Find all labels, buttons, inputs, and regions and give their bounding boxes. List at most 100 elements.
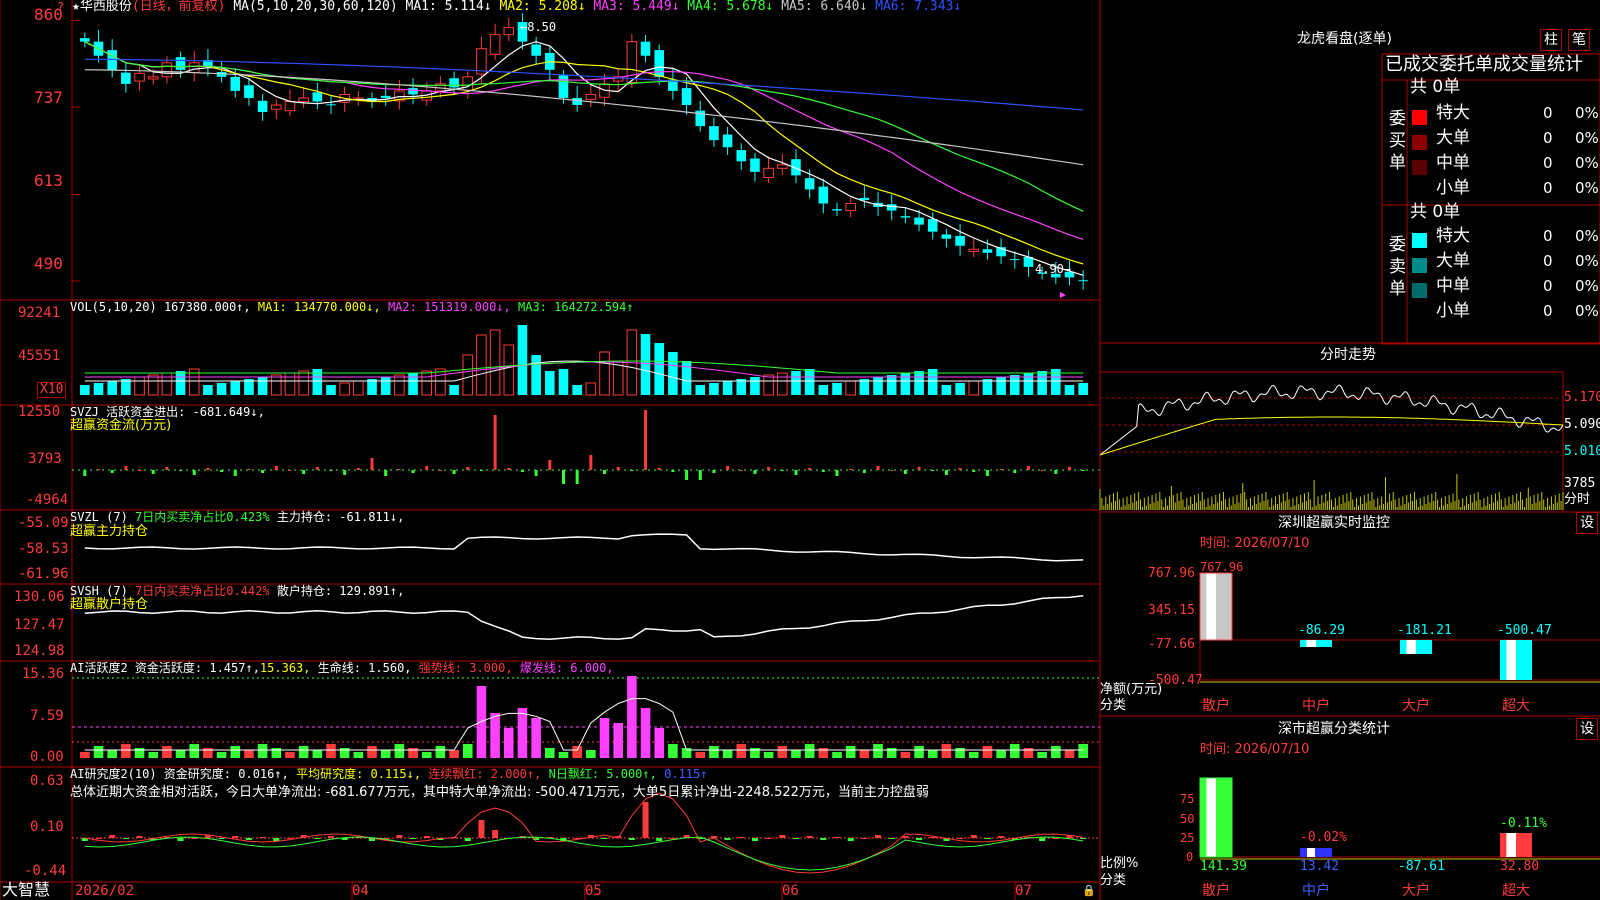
fund-flow-bar (247, 469, 251, 470)
candle-body (188, 62, 200, 74)
intraday-y-tick: 5.090 (1564, 417, 1600, 432)
volume-bar (476, 334, 487, 396)
svzl-header: SVZL (7) 7日内买卖净占比0.423% 主力持仓: -61.811↓, (70, 510, 405, 524)
research-bar (861, 838, 868, 839)
fund-flow-bar (821, 470, 825, 472)
activity-bar (162, 746, 172, 758)
volume-bar (408, 373, 418, 395)
research-bar (916, 838, 923, 840)
candle-body (121, 72, 131, 84)
activity-bar (93, 746, 104, 758)
volume-bar (230, 381, 241, 395)
fund-flow-bar (849, 469, 853, 470)
monitor-value: 767.96 (1200, 560, 1244, 574)
activity-bar (353, 752, 364, 758)
volume-bar (545, 371, 555, 395)
activity-bar (380, 750, 391, 758)
bar-mode-button[interactable]: 柱 (1540, 29, 1562, 51)
activity-bar (1064, 750, 1075, 758)
y-tick: 130.06 (14, 589, 65, 605)
monitor-bar-super-highlight (1506, 640, 1516, 680)
activity-bar (1037, 752, 1047, 758)
order-type-label: 中单 (1436, 153, 1470, 173)
volume-bar (900, 373, 911, 395)
low-price-marker: 4.90→ (1035, 262, 1072, 276)
research-bar (1039, 838, 1046, 841)
fund-flow-bar (479, 470, 483, 471)
volume-bar (284, 372, 296, 396)
research-bar (1052, 838, 1059, 839)
volume-bar (941, 385, 952, 395)
fund-flow-bar (315, 467, 319, 470)
line-mode-button[interactable]: 笔 (1568, 29, 1590, 51)
candle-body (503, 27, 515, 36)
stats-value: -87.61 (1398, 859, 1445, 874)
monitor-settings-button[interactable]: 设 (1576, 512, 1598, 534)
monitor-bar-mid-highlight (1306, 640, 1316, 647)
intraday-avg-line (1099, 416, 1564, 456)
volume-bar (462, 354, 474, 396)
activity-bar (791, 750, 801, 758)
favorite-star-icon[interactable]: ★ (72, 0, 80, 14)
intraday-vol-unit: 分时 (1564, 492, 1591, 507)
app-logo[interactable]: 大智慧 (2, 881, 50, 899)
ma-params: MA(5,10,20,30,60,120) (233, 0, 398, 14)
y-tick: -58.53 (18, 541, 69, 557)
fund-flow-bar (83, 470, 87, 476)
high-price-marker: ←8.50 (520, 20, 557, 34)
order-table-title: 已成交委托单成交量统计 (1385, 54, 1583, 75)
intraday-vol-label: 3785 (1564, 476, 1596, 491)
ma-value-6: MA6: 7.343↓ (867, 0, 962, 14)
fund-flow-bar (192, 470, 196, 475)
candle-body (681, 88, 692, 105)
fund-flow-bar (288, 470, 292, 471)
activity-bar (230, 746, 241, 758)
research-bar (423, 836, 430, 838)
research-bar (998, 836, 1005, 838)
monitor-bar-retail-highlight (1206, 573, 1216, 640)
y-tick: 737 (34, 88, 63, 107)
stats-settings-button[interactable]: 设 (1576, 718, 1598, 740)
research-bar (328, 836, 334, 838)
research-bar (751, 838, 758, 841)
order-count: 0 (1543, 277, 1553, 295)
volume-bar (503, 344, 515, 396)
y-tick: 12550 (18, 404, 61, 420)
activity-bar (668, 744, 678, 758)
order-type-label: 小单 (1436, 301, 1470, 321)
volume-bar (804, 369, 815, 395)
candle-body (449, 78, 459, 88)
chart-canvas[interactable] (0, 0, 1600, 900)
fund-flow-bar (261, 470, 265, 473)
fund-flow-bar (1013, 470, 1017, 473)
order-count: 0 (1543, 252, 1553, 270)
activity-bar (148, 752, 159, 758)
monitor-y-tick: 345.15 (1148, 603, 1195, 618)
candle-body (982, 249, 993, 253)
activity-bar (873, 744, 883, 758)
intraday-price-line (1099, 384, 1564, 456)
candle-body (326, 104, 336, 106)
volume-bar (558, 369, 569, 395)
candle-body (777, 164, 788, 169)
fund-flow-bar (698, 470, 702, 480)
activity-bar (545, 748, 555, 758)
retail-holding-line (84, 595, 1084, 640)
research-bar (396, 835, 403, 838)
monitor-title: 深圳超赢实时监控 (1278, 515, 1390, 531)
volume-bar (353, 380, 364, 396)
stats-category: 中户 (1302, 883, 1330, 899)
monitor-value: -181.21 (1397, 623, 1452, 638)
stats-value: 141.39 (1200, 859, 1247, 874)
activity-bar (80, 752, 90, 758)
stats-time: 时间: 2026/07/10 (1200, 742, 1310, 757)
monitor-category: 中户 (1302, 698, 1330, 714)
volume-bar (175, 371, 186, 395)
lock-icon[interactable]: 🔒 (1082, 884, 1096, 898)
chart-mode[interactable]: (日线，前复权) (132, 0, 226, 14)
research-bar (464, 838, 471, 841)
activity-bar (517, 708, 528, 758)
research-bar (273, 838, 280, 841)
volume-bar (1023, 373, 1034, 395)
volume-bar (1064, 385, 1075, 395)
